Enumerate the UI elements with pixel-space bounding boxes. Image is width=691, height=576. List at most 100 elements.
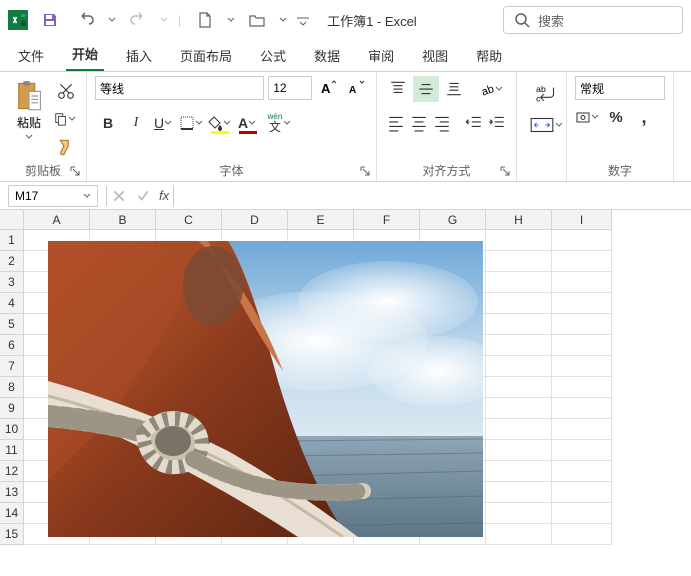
ruby-button[interactable]: wén文 [263,110,289,136]
tab-page-layout[interactable]: 页面布局 [174,40,238,71]
undo-dropdown[interactable] [108,16,116,24]
cell[interactable] [552,398,612,419]
borders-button[interactable] [179,110,205,136]
cell[interactable] [552,272,612,293]
cell[interactable] [486,335,552,356]
font-dialog-launcher[interactable] [360,165,372,177]
align-top-button[interactable] [385,76,411,102]
font-color-button[interactable]: A [235,110,261,136]
new-file-dropdown[interactable] [227,16,235,24]
cell[interactable] [552,335,612,356]
new-file-button[interactable] [191,6,219,34]
cell[interactable] [552,377,612,398]
cell[interactable] [552,314,612,335]
row-header[interactable]: 8 [0,377,24,398]
decrease-indent-button[interactable] [463,110,484,136]
cancel-formula-button[interactable] [107,184,131,208]
cell[interactable] [486,272,552,293]
tab-formulas[interactable]: 公式 [254,40,292,71]
tab-data[interactable]: 数据 [308,40,346,71]
select-all-corner[interactable] [0,210,24,230]
tab-view[interactable]: 视图 [416,40,454,71]
cell[interactable] [486,377,552,398]
cell[interactable] [552,419,612,440]
increase-indent-button[interactable] [487,110,508,136]
row-header[interactable]: 5 [0,314,24,335]
cut-button[interactable] [54,80,78,102]
col-header[interactable]: F [354,210,420,230]
row-header[interactable]: 13 [0,482,24,503]
align-bottom-button[interactable] [441,76,467,102]
tab-insert[interactable]: 插入 [120,40,158,71]
col-header[interactable]: A [24,210,90,230]
clipboard-dialog-launcher[interactable] [70,165,82,177]
decrease-font-button[interactable]: A [344,76,368,100]
open-file-button[interactable] [243,6,271,34]
tab-home[interactable]: 开始 [66,38,104,71]
row-header[interactable]: 1 [0,230,24,251]
cell[interactable] [552,230,612,251]
bold-button[interactable]: B [95,110,121,136]
italic-button[interactable]: I [123,110,149,136]
row-header[interactable]: 10 [0,419,24,440]
row-header[interactable]: 3 [0,272,24,293]
cell[interactable] [486,356,552,377]
row-header[interactable]: 7 [0,356,24,377]
currency-button[interactable] [575,104,601,130]
number-format-select[interactable] [575,76,665,100]
cell[interactable] [486,440,552,461]
cell[interactable] [486,524,552,545]
comma-button[interactable]: , [631,104,657,130]
cell[interactable] [486,230,552,251]
redo-dropdown[interactable] [160,16,168,24]
align-middle-button[interactable] [413,76,439,102]
col-header[interactable]: D [222,210,288,230]
row-header[interactable]: 4 [0,293,24,314]
cell[interactable] [552,482,612,503]
cell[interactable] [486,419,552,440]
col-header[interactable]: B [90,210,156,230]
redo-button[interactable] [124,6,152,34]
wrap-text-button[interactable]: abc [529,80,565,106]
undo-button[interactable] [72,6,100,34]
tab-help[interactable]: 帮助 [470,40,508,71]
fx-icon[interactable]: fx [155,188,173,203]
col-header[interactable]: H [486,210,552,230]
tab-file[interactable]: 文件 [12,40,50,71]
fill-color-button[interactable] [207,110,233,136]
formula-input[interactable] [173,185,691,207]
col-header[interactable]: G [420,210,486,230]
row-header[interactable]: 15 [0,524,24,545]
cell[interactable] [486,314,552,335]
cell[interactable] [486,293,552,314]
percent-button[interactable]: % [603,104,629,130]
col-header[interactable]: I [552,210,612,230]
format-painter-button[interactable] [54,136,78,158]
tab-review[interactable]: 审阅 [362,40,400,71]
cell[interactable] [552,461,612,482]
orientation-button[interactable]: ab [479,76,505,102]
col-header[interactable]: C [156,210,222,230]
cell[interactable] [486,482,552,503]
merge-center-button[interactable] [529,112,565,138]
row-header[interactable]: 14 [0,503,24,524]
row-header[interactable]: 11 [0,440,24,461]
row-header[interactable]: 6 [0,335,24,356]
align-left-button[interactable] [385,110,406,136]
row-header[interactable]: 12 [0,461,24,482]
copy-button[interactable] [54,108,78,130]
cell[interactable] [552,356,612,377]
cell[interactable] [552,251,612,272]
col-header[interactable]: E [288,210,354,230]
name-box[interactable]: M17 [8,185,98,207]
align-center-button[interactable] [408,110,429,136]
align-right-button[interactable] [432,110,453,136]
search-box[interactable]: 搜索 [503,6,683,34]
cell[interactable] [552,440,612,461]
underline-button[interactable]: U [151,110,177,136]
cell[interactable] [552,524,612,545]
save-button[interactable] [36,6,64,34]
font-size-select[interactable] [268,76,312,100]
enter-formula-button[interactable] [131,184,155,208]
increase-font-button[interactable]: A [316,76,340,100]
